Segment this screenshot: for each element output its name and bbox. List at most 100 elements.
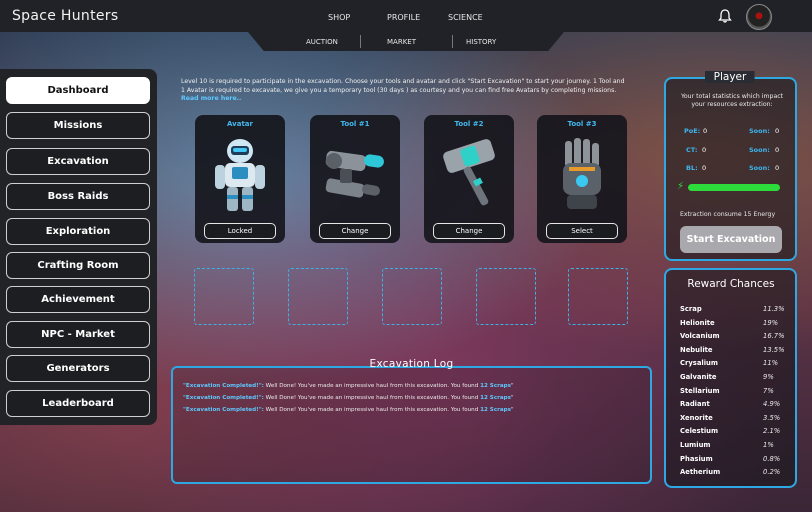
energy-consume-text: Extraction consume 15 Energy <box>680 211 776 218</box>
reward-chance: 0.8% <box>763 454 781 463</box>
empty-slot[interactable] <box>288 268 348 325</box>
nav-shop[interactable]: SHOP <box>328 13 350 22</box>
reward-chance: 11.3% <box>763 305 785 313</box>
reward-chance: 13.5% <box>763 345 785 354</box>
tool-3-card: Tool #3 Select <box>537 115 627 243</box>
stat-ct-label: CT: <box>686 146 698 154</box>
sidebar-item-npc-market[interactable]: NPC - Market <box>6 321 150 348</box>
reward-chance: 16.7% <box>763 332 785 341</box>
sidebar-item-achievement[interactable]: Achievement <box>6 286 150 313</box>
avatar-card: Avatar Locked <box>195 115 285 243</box>
reward-name: Lumium <box>680 441 711 449</box>
energy-bolt-icon: ⚡ <box>677 181 685 192</box>
stat-bl-value: 0 <box>702 164 707 172</box>
reward-name: Scrap <box>680 305 702 313</box>
energy-bar-fill <box>688 184 780 191</box>
power-glove-icon <box>563 138 601 209</box>
nav-science[interactable]: SCIENCE <box>448 13 483 22</box>
nav-history[interactable]: HISTORY <box>466 38 496 46</box>
empty-slot[interactable] <box>568 268 628 325</box>
divider <box>452 35 453 48</box>
sidebar-item-missions[interactable]: Missions <box>6 112 150 139</box>
empty-slot[interactable] <box>476 268 536 325</box>
player-description: Your total statistics which impact your … <box>680 93 784 108</box>
sidebar-item-crafting-room[interactable]: Crafting Room <box>6 252 150 279</box>
sidebar-item-excavation[interactable]: Excavation <box>6 148 150 175</box>
reward-row: Volcanium 16.7% <box>680 332 785 344</box>
reward-row: Nebulite 13.5% <box>680 345 785 358</box>
tool-2-change-button[interactable]: Change <box>433 223 505 239</box>
reward-row: Phasium 0.8% <box>680 455 782 467</box>
reward-chance: 7% <box>763 386 774 395</box>
reward-chance: 2.1% <box>763 427 781 436</box>
nav-auction[interactable]: AUCTION <box>306 38 338 46</box>
stat-ct-soon-value: 0 <box>775 146 780 154</box>
stat-ct-soon-label: Soon: <box>749 146 770 154</box>
stat-poe-soon-label: Soon: <box>749 127 770 135</box>
start-excavation-button[interactable]: Start Excavation <box>680 226 782 253</box>
reward-row: Celestium 2.1% <box>680 427 782 439</box>
stat-poe-soon-value: 0 <box>775 127 780 135</box>
reward-name: Aetherium <box>680 468 721 477</box>
reward-row: Galvanite 9% <box>680 373 782 385</box>
tool-3-select-button[interactable]: Select <box>546 223 618 239</box>
reward-row: Aetherium 0.2% <box>680 468 782 480</box>
reward-chance: 0.2% <box>763 468 781 477</box>
tool-1-card: Tool #1 Change <box>310 115 400 243</box>
read-more-link[interactable]: Read more here.. <box>181 95 241 102</box>
user-avatar[interactable] <box>746 4 772 30</box>
reward-row: Crysalium 11% <box>680 359 782 371</box>
top-bar: Space Hunters SHOP PROFILE SCIENCE <box>0 0 812 32</box>
log-entry: "Excavation Completed!": Well Done! You'… <box>183 407 514 413</box>
reward-chance: 1% <box>763 441 774 449</box>
sidebar-item-exploration[interactable]: Exploration <box>6 218 150 245</box>
plasma-drill-icon <box>325 150 384 198</box>
reward-row: Lumium 1% <box>680 441 782 453</box>
reward-chance: 19% <box>763 318 779 327</box>
hammer-icon <box>443 139 495 206</box>
divider <box>360 35 361 48</box>
card-title: Tool #1 <box>340 120 370 128</box>
reward-name: Radiant <box>680 400 710 409</box>
stat-bl-soon-label: Soon: <box>749 164 770 172</box>
avatar-locked-button[interactable]: Locked <box>204 223 276 239</box>
player-title: Player <box>690 71 770 83</box>
robot-avatar-icon <box>215 139 265 211</box>
nav-market[interactable]: MARKET <box>387 38 416 46</box>
brand-logo[interactable]: Space Hunters <box>12 8 118 24</box>
sidebar-item-generators[interactable]: Generators <box>6 355 150 382</box>
reward-name: Celestium <box>680 427 719 436</box>
reward-name: Galvanite <box>680 373 717 381</box>
reward-chance: 4.9% <box>763 400 781 409</box>
nav-profile[interactable]: PROFILE <box>387 13 420 22</box>
stat-bl-label: BL: <box>686 164 698 172</box>
excavation-intro: Level 10 is required to participate in t… <box>181 78 626 104</box>
tool-2-card: Tool #2 Change <box>424 115 514 243</box>
reward-row: Helionite 19% <box>680 319 782 331</box>
empty-slot[interactable] <box>194 268 254 325</box>
log-entry: "Excavation Completed!": Well Done! You'… <box>183 383 514 389</box>
stat-poe-label: PoE: <box>684 127 701 135</box>
reward-name: Stellarium <box>680 386 720 395</box>
reward-row: Scrap 11.3% <box>680 305 785 317</box>
reward-name: Xenorite <box>680 413 713 422</box>
sidebar: Dashboard Missions Excavation Boss Raids… <box>0 69 157 425</box>
reward-chance: 9% <box>763 373 774 381</box>
tool-1-change-button[interactable]: Change <box>319 223 391 239</box>
card-title: Tool #3 <box>567 120 597 128</box>
empty-slot[interactable] <box>382 268 442 325</box>
intro-text: Level 10 is required to participate in t… <box>181 78 625 94</box>
sidebar-item-boss-raids[interactable]: Boss Raids <box>6 183 150 210</box>
reward-row: Stellarium 7% <box>680 387 782 399</box>
stat-poe-value: 0 <box>703 127 708 135</box>
energy-bar <box>688 184 780 191</box>
reward-chance: 3.5% <box>763 413 781 422</box>
log-title: Excavation Log <box>369 358 454 370</box>
bell-icon[interactable] <box>717 8 733 24</box>
sidebar-item-leaderboard[interactable]: Leaderboard <box>6 390 150 417</box>
card-title: Avatar <box>227 120 253 128</box>
reward-row: Radiant 4.9% <box>680 400 782 412</box>
sidebar-item-dashboard[interactable]: Dashboard <box>6 77 150 104</box>
stat-ct-value: 0 <box>702 146 707 154</box>
reward-name: Volcanium <box>680 332 720 341</box>
